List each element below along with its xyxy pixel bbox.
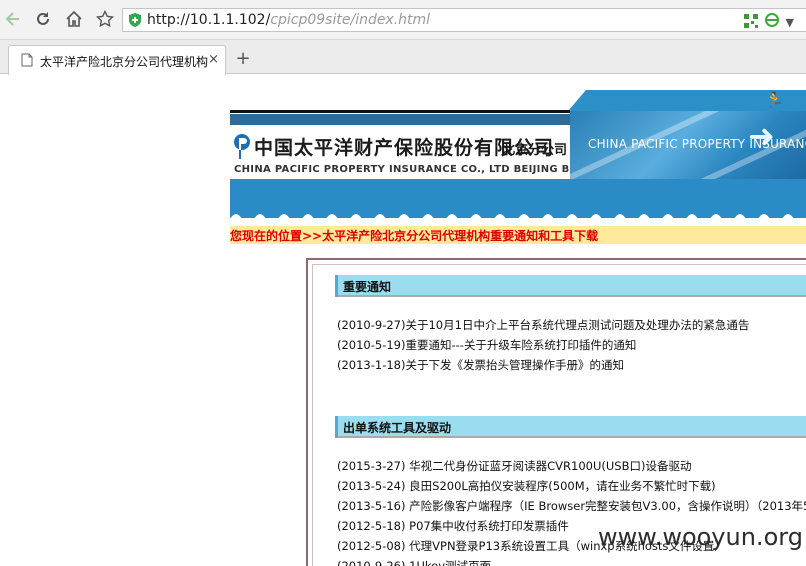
page-icon xyxy=(21,53,33,67)
site-header: 🏃 中国太平洋财产保险股份有限公司 北京分公司 CHINA PACIFIC PR… xyxy=(230,90,806,219)
tool-link[interactable]: (2015-3-27) 华视二代身份证蓝牙阅读器CVR100U(USB口)设备驱… xyxy=(337,458,691,474)
header-band xyxy=(230,114,570,125)
refresh-icon[interactable] xyxy=(32,8,54,30)
url-host: http://10.1.1.102/ xyxy=(147,12,271,28)
tool-link[interactable]: (2012-5-18) P07集中收付系统打印发票插件 xyxy=(337,518,569,534)
browser-toolbar: http://10.1.1.102/cpicp09site/index.html… xyxy=(0,0,806,40)
header-wave xyxy=(230,179,806,219)
logo-mark xyxy=(234,134,250,159)
chevron-down-icon[interactable]: ▼ xyxy=(786,16,794,29)
header-banner: ➜ CHINA PACIFIC PROPERTY INSURANCE xyxy=(570,111,806,179)
address-bar[interactable]: http://10.1.1.102/cpicp09site/index.html… xyxy=(122,8,806,32)
qr-icon[interactable] xyxy=(743,13,758,32)
tool-link[interactable]: (2013-5-16) 产险影像客户端程序（IE Browser完整安装包V3.… xyxy=(337,498,806,514)
notice-link[interactable]: (2013-1-18)关于下发《发票抬头管理操作手册》的通知 xyxy=(337,357,624,373)
breadcrumb-text: 您现在的位置>>太平洋产险北京分公司代理机构重要通知和工具下载 xyxy=(230,229,599,243)
url-path: cpicp09site/index.html xyxy=(270,12,431,28)
tab-strip: 太平洋产险北京分公司代理机构 × + xyxy=(0,40,806,75)
branch-name-cn: 北京分公司 xyxy=(502,143,568,158)
star-icon[interactable] xyxy=(94,8,116,30)
breadcrumb: 您现在的位置>>太平洋产险北京分公司代理机构重要通知和工具下载 xyxy=(230,226,806,244)
tab-active[interactable]: 太平洋产险北京分公司代理机构 × xyxy=(8,45,226,75)
close-icon[interactable]: × xyxy=(208,52,219,67)
shield-icon xyxy=(129,13,141,27)
company-name-en: CHINA PACIFIC PROPERTY INSURANCE CO., LT… xyxy=(234,164,611,175)
section-title: 出单系统工具及驱动 xyxy=(343,421,452,435)
person-icon: 🏃 xyxy=(765,91,784,109)
tool-link[interactable]: (2013-5-24) 良田S200L高拍仪安装程序(500M，请在业务不繁忙时… xyxy=(337,478,716,494)
notice-link[interactable]: (2010-5-19)重要通知---关于升级车险系统打印插件的通知 xyxy=(337,337,636,353)
header-rule xyxy=(230,110,570,113)
content-panel: 重要通知 (2010-9-27)关于10月1日中介上平台系统代理点测试问题及处理… xyxy=(306,258,806,566)
ie-icon[interactable] xyxy=(764,12,780,32)
back-icon[interactable] xyxy=(2,8,24,30)
section-header-tools: 出单系统工具及驱动 xyxy=(335,416,806,438)
tab-title: 太平洋产险北京分公司代理机构 xyxy=(40,55,209,69)
banner-text: CHINA PACIFIC PROPERTY INSURANCE xyxy=(588,137,806,151)
section-header-notices: 重要通知 xyxy=(335,275,806,297)
home-icon[interactable] xyxy=(63,8,85,30)
tool-link[interactable]: (2010-9-26) 1Ukey测试页面 xyxy=(337,558,491,566)
page-content: 🏃 中国太平洋财产保险股份有限公司 北京分公司 CHINA PACIFIC PR… xyxy=(0,75,806,566)
watermark: www.wooyun.org xyxy=(598,523,803,551)
section-title: 重要通知 xyxy=(343,280,392,294)
notice-link[interactable]: (2010-9-27)关于10月1日中介上平台系统代理点测试问题及处理办法的紧急… xyxy=(337,317,749,333)
plus-icon[interactable]: + xyxy=(232,49,254,71)
url-text: http://10.1.1.102/cpicp09site/index.html xyxy=(147,12,430,28)
